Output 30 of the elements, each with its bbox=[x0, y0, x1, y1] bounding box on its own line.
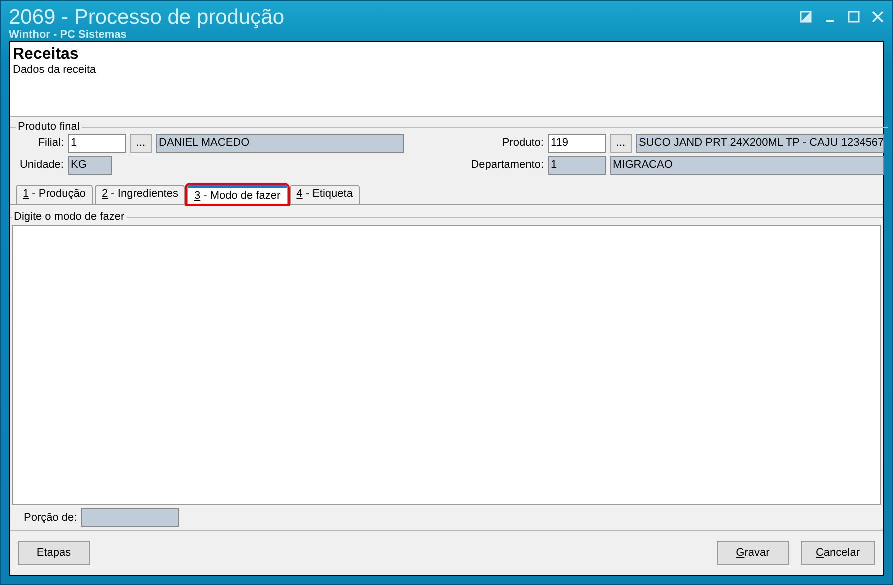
readonly-field: 1 bbox=[548, 156, 606, 174]
group-legend: Produto final bbox=[16, 121, 82, 133]
readonly-field: SUCO JAND PRT 24X200ML TP - CAJU 1234567 bbox=[636, 134, 884, 152]
tab[interactable]: 3 - Modo de fazer bbox=[187, 185, 288, 204]
readonly-field: KG bbox=[68, 156, 112, 174]
tab[interactable]: 2 - Ingredientes bbox=[95, 185, 186, 204]
readonly-field: MIGRACAO bbox=[610, 156, 884, 174]
window-title: 2069 - Processo de produção bbox=[9, 7, 285, 29]
action-button[interactable]: Cancelar bbox=[800, 541, 875, 565]
maximize-icon[interactable] bbox=[848, 11, 860, 23]
readonly-field: DANIEL MACEDO bbox=[156, 134, 404, 152]
field-label: Produto: bbox=[501, 137, 544, 149]
close-icon[interactable] bbox=[872, 11, 884, 23]
group-legend: Digite o modo de fazer bbox=[12, 211, 127, 223]
field-label: Departamento: bbox=[470, 159, 544, 171]
action-button[interactable]: Gravar bbox=[716, 541, 789, 565]
lookup-button[interactable]: ... bbox=[610, 134, 632, 152]
restore-icon[interactable] bbox=[800, 11, 812, 23]
field-label: Unidade: bbox=[18, 159, 64, 171]
page-subtitle: Dados da receita bbox=[13, 64, 98, 76]
lookup-button[interactable]: ... bbox=[130, 134, 152, 152]
field-label: Filial: bbox=[37, 137, 64, 149]
input-field[interactable]: 1 bbox=[68, 134, 126, 152]
window-subtitle: Winthor - PC Sistemas bbox=[9, 29, 128, 41]
input-field[interactable]: 119 bbox=[548, 134, 606, 152]
page-title: Receitas bbox=[13, 46, 80, 64]
steps-button[interactable]: Etapas bbox=[18, 541, 90, 565]
field-label: Porção de: bbox=[24, 512, 78, 524]
tab[interactable]: 1 - Produção bbox=[16, 185, 93, 204]
tab[interactable]: 4 - Etiqueta bbox=[290, 185, 360, 204]
